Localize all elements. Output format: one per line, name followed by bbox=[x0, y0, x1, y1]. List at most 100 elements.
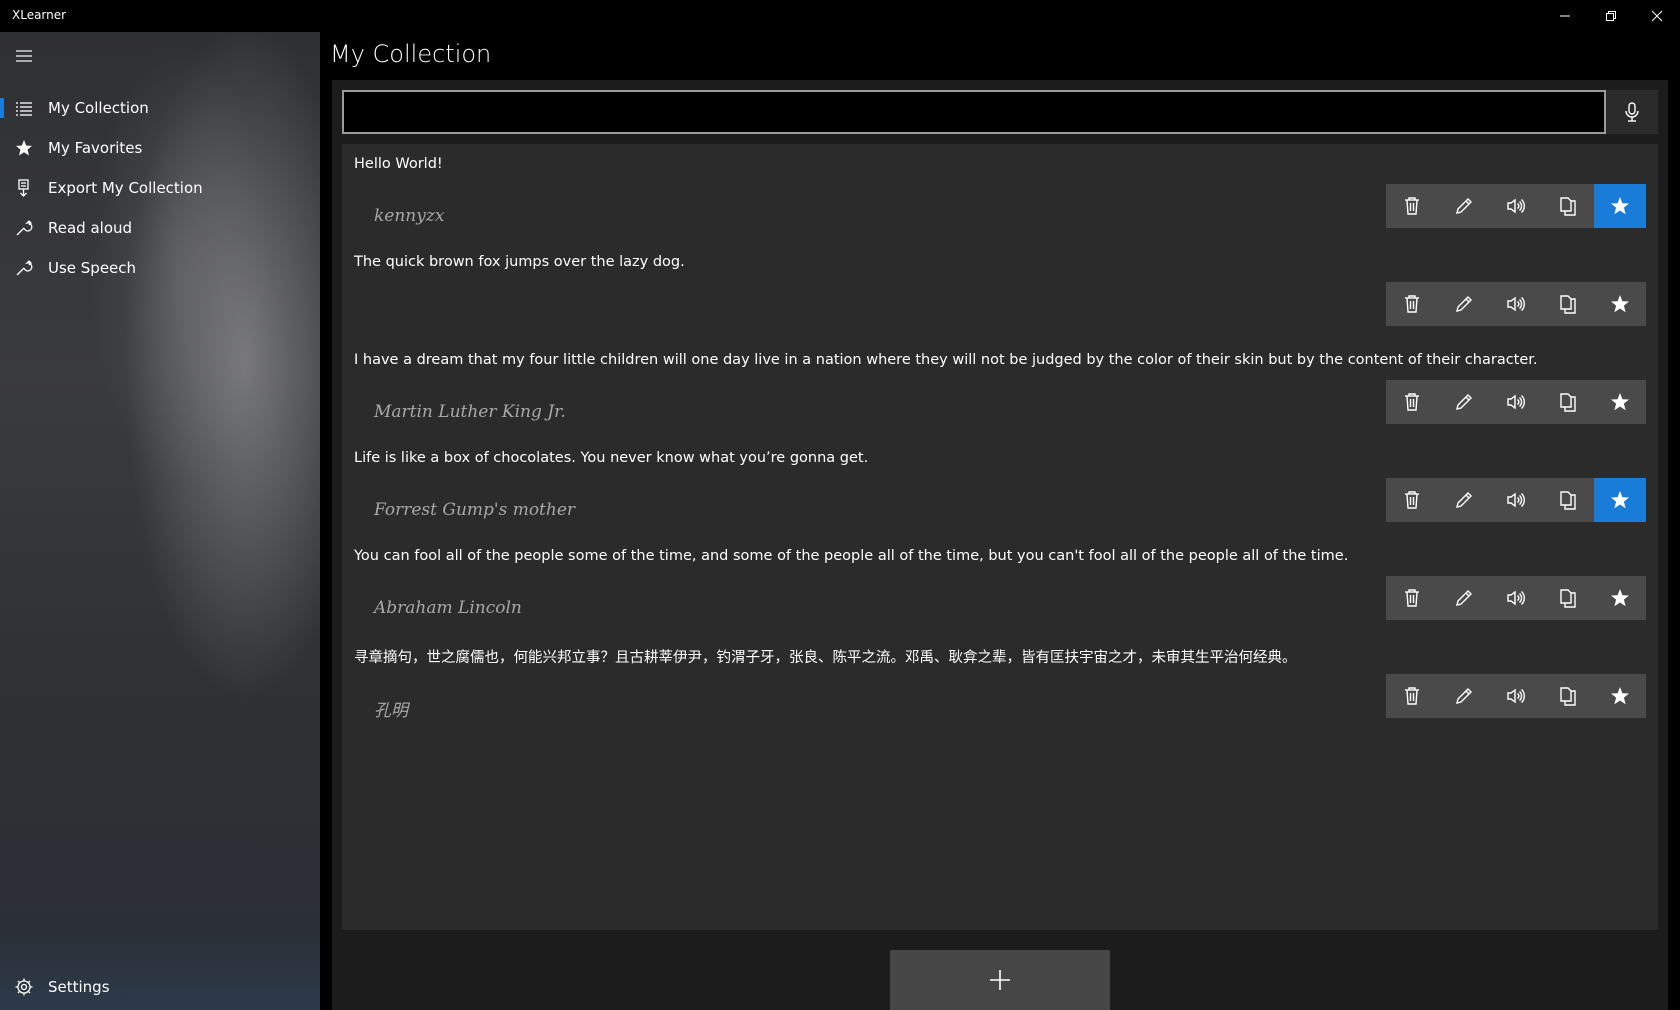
item-text: You can fool all of the people some of t… bbox=[354, 548, 1349, 564]
item-actions bbox=[1386, 380, 1646, 424]
speak-button[interactable] bbox=[1490, 576, 1542, 620]
search-input[interactable] bbox=[342, 90, 1606, 134]
list-item[interactable]: The quick brown fox jumps over the lazy … bbox=[342, 242, 1658, 340]
sidebar-item-label: Export My Collection bbox=[48, 179, 203, 197]
star-icon bbox=[1611, 491, 1629, 509]
item-text: Life is like a box of chocolates. You ne… bbox=[354, 450, 869, 466]
speak-button[interactable] bbox=[1490, 380, 1542, 424]
sidebar-item-label: My Collection bbox=[48, 99, 149, 117]
list-item[interactable]: Hello World! kennyzx bbox=[342, 144, 1658, 242]
plus-icon bbox=[990, 970, 1010, 990]
copy-button[interactable] bbox=[1542, 576, 1594, 620]
delete-button[interactable] bbox=[1386, 478, 1438, 522]
favorite-button[interactable] bbox=[1594, 282, 1646, 326]
edit-button[interactable] bbox=[1438, 674, 1490, 718]
speak-button[interactable] bbox=[1490, 184, 1542, 228]
favorite-button[interactable] bbox=[1594, 478, 1646, 522]
copy-icon bbox=[1560, 393, 1576, 412]
star-icon bbox=[1611, 295, 1629, 313]
favorite-button[interactable] bbox=[1594, 576, 1646, 620]
pencil-icon bbox=[1456, 198, 1472, 214]
hamburger-button[interactable] bbox=[6, 41, 42, 71]
selection-indicator bbox=[0, 98, 4, 118]
item-actions bbox=[1386, 576, 1646, 620]
copy-icon bbox=[1560, 491, 1576, 510]
list-item[interactable]: Life is like a box of chocolates. You ne… bbox=[342, 438, 1658, 536]
item-text: The quick brown fox jumps over the lazy … bbox=[354, 254, 685, 270]
favorite-button[interactable] bbox=[1594, 380, 1646, 424]
trash-icon bbox=[1405, 589, 1419, 607]
delete-button[interactable] bbox=[1386, 184, 1438, 228]
sidebar-item-settings[interactable]: Settings bbox=[0, 967, 320, 1007]
sidebar-item-label: Use Speech bbox=[48, 259, 137, 277]
delete-button[interactable] bbox=[1386, 380, 1438, 424]
speaker-icon bbox=[1507, 296, 1525, 312]
microphone-button[interactable] bbox=[1606, 90, 1658, 134]
list-item[interactable]: I have a dream that my four little child… bbox=[342, 340, 1658, 438]
export-icon bbox=[0, 168, 48, 208]
edit-button[interactable] bbox=[1438, 576, 1490, 620]
sidebar-item-label: My Favorites bbox=[48, 139, 143, 157]
copy-icon bbox=[1560, 687, 1576, 706]
close-button[interactable] bbox=[1632, 0, 1680, 32]
sidebar-item-read-aloud[interactable]: Read aloud bbox=[0, 208, 320, 248]
item-author: 孔明 bbox=[374, 701, 408, 721]
copy-icon bbox=[1560, 295, 1576, 314]
sidebar-item-my-favorites[interactable]: My Favorites bbox=[0, 128, 320, 168]
copy-button[interactable] bbox=[1542, 674, 1594, 718]
close-icon bbox=[1651, 10, 1663, 22]
pencil-icon bbox=[1456, 688, 1472, 704]
delete-button[interactable] bbox=[1386, 282, 1438, 326]
sidebar-item-my-collection[interactable]: My Collection bbox=[0, 88, 320, 128]
copy-button[interactable] bbox=[1542, 380, 1594, 424]
trash-icon bbox=[1405, 393, 1419, 411]
item-author: Forrest Gump's mother bbox=[374, 500, 576, 520]
trash-icon bbox=[1405, 687, 1419, 705]
copy-button[interactable] bbox=[1542, 282, 1594, 326]
sidebar: My Collection My Favorites Export My Col… bbox=[0, 32, 320, 1010]
speak-button[interactable] bbox=[1490, 674, 1542, 718]
pencil-icon bbox=[1456, 492, 1472, 508]
speaker-icon bbox=[1507, 590, 1525, 606]
gear-icon bbox=[0, 967, 48, 1007]
item-actions bbox=[1386, 184, 1646, 228]
trash-icon bbox=[1405, 197, 1419, 215]
item-actions bbox=[1386, 478, 1646, 522]
speaker-icon bbox=[1507, 492, 1525, 508]
wrench-icon bbox=[0, 248, 48, 288]
edit-button[interactable] bbox=[1438, 184, 1490, 228]
edit-button[interactable] bbox=[1438, 380, 1490, 424]
restore-button[interactable] bbox=[1586, 0, 1636, 32]
sidebar-item-export[interactable]: Export My Collection bbox=[0, 168, 320, 208]
list-item[interactable]: You can fool all of the people some of t… bbox=[342, 536, 1658, 634]
minimize-button[interactable] bbox=[1540, 0, 1590, 32]
item-author: kennyzx bbox=[374, 206, 445, 226]
page-title: My Collection bbox=[330, 40, 492, 68]
delete-button[interactable] bbox=[1386, 576, 1438, 620]
edit-button[interactable] bbox=[1438, 282, 1490, 326]
trash-icon bbox=[1405, 491, 1419, 509]
delete-button[interactable] bbox=[1386, 674, 1438, 718]
speak-button[interactable] bbox=[1490, 282, 1542, 326]
star-icon bbox=[1611, 197, 1629, 215]
item-text: I have a dream that my four little child… bbox=[354, 352, 1538, 368]
edit-button[interactable] bbox=[1438, 478, 1490, 522]
star-icon bbox=[0, 128, 48, 168]
title-bar: XLearner bbox=[0, 0, 1680, 32]
hamburger-icon bbox=[16, 50, 32, 62]
speak-button[interactable] bbox=[1490, 478, 1542, 522]
list-icon bbox=[0, 88, 48, 128]
settings-label: Settings bbox=[48, 978, 110, 996]
pencil-icon bbox=[1456, 394, 1472, 410]
favorite-button[interactable] bbox=[1594, 674, 1646, 718]
pencil-icon bbox=[1456, 296, 1472, 312]
list-item[interactable]: 寻章摘句，世之腐儒也，何能兴邦立事？且古耕莘伊尹，钓渭子牙，张良、陈平之流。邓禹… bbox=[342, 634, 1658, 732]
star-icon bbox=[1611, 589, 1629, 607]
copy-icon bbox=[1560, 589, 1576, 608]
favorite-button[interactable] bbox=[1594, 184, 1646, 228]
sidebar-item-use-speech[interactable]: Use Speech bbox=[0, 248, 320, 288]
add-button[interactable] bbox=[890, 950, 1110, 1010]
copy-button[interactable] bbox=[1542, 184, 1594, 228]
copy-button[interactable] bbox=[1542, 478, 1594, 522]
speaker-icon bbox=[1507, 394, 1525, 410]
